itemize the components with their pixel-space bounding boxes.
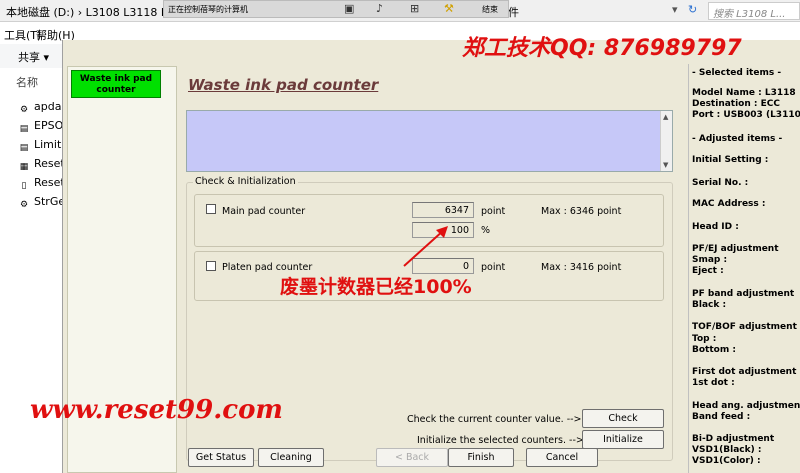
scroll-down-icon[interactable]: ▼ (663, 161, 668, 169)
address-path-tail: 件 (508, 6, 519, 19)
document-icon: ▤ (19, 143, 29, 153)
status-line: Black : (692, 300, 727, 310)
status-line: - Selected items - (692, 68, 782, 78)
main-pad-percent-unit: % (481, 225, 491, 236)
dropdown-arrow-icon[interactable]: ▾ (672, 3, 678, 16)
message-scrollbar[interactable]: ▲ ▼ (660, 111, 672, 171)
status-line: Destination : ECC (692, 99, 781, 109)
speaker-icon[interactable]: ♪ (376, 2, 383, 15)
status-line: TOF/BOF adjustment (692, 322, 797, 332)
list-item[interactable]: ▤ EPSO (18, 119, 62, 137)
screen-icon[interactable]: ⊞ (410, 2, 419, 15)
scroll-up-icon[interactable]: ▲ (663, 113, 668, 121)
main-pad-label: Main pad counter (222, 206, 306, 217)
status-line: VSD1(Black) : (692, 445, 762, 455)
refresh-icon[interactable]: ↻ (688, 3, 697, 16)
status-line: Initial Setting : (692, 155, 769, 165)
status-line: PF/EJ adjustment (692, 244, 779, 254)
status-line: Top : (692, 334, 717, 344)
status-line: VSD1(Color) : (692, 456, 761, 466)
site-watermark: www.reset99.com (30, 395, 283, 425)
list-item[interactable]: ▦ Reset (18, 157, 62, 175)
status-line: Port : USB003 (L3110 Seri (692, 110, 800, 120)
cleaning-button[interactable]: Cleaning (258, 448, 324, 467)
file-name: Reset (34, 176, 62, 189)
address-path[interactable]: 本地磁盘 (D:) › L3108 L3118 L3 (6, 4, 174, 20)
document-icon: ▤ (19, 124, 29, 134)
share-button[interactable]: 共享 ▾ (0, 44, 62, 68)
main-pad-checkbox[interactable] (206, 204, 216, 214)
nav-item-waste-ink-pad-counter[interactable]: Waste ink pad counter (71, 70, 161, 98)
platen-pad-unit: point (481, 262, 506, 273)
end-button[interactable]: 结束 (482, 4, 498, 15)
gear-file-icon: ⚙ (19, 105, 29, 115)
qq-watermark: 郑工技术QQ: 876989797 (462, 36, 742, 61)
check-instruction: Check the current counter value. --> (407, 414, 582, 425)
status-line: MAC Address : (692, 199, 766, 209)
get-status-button[interactable]: Get Status (188, 448, 254, 467)
platen-pad-max: Max : 3416 point (541, 262, 622, 273)
page-title: Waste ink pad counter (188, 76, 379, 94)
status-line: Eject : (692, 266, 724, 276)
main-pad-value: 6347 (412, 202, 474, 218)
status-line: Bottom : (692, 345, 736, 355)
initialize-instruction: Initialize the selected counters. --> (417, 435, 584, 446)
remote-title: 正在控制蓓琴的计算机 (168, 5, 248, 14)
status-line: Head ang. adjustment (692, 401, 800, 411)
gear-file-icon: ⚙ (19, 200, 29, 210)
status-line: Model Name : L3118 (692, 88, 796, 98)
status-line: Bi-D adjustment (692, 434, 775, 444)
cancel-button[interactable]: Cancel (526, 448, 598, 467)
check-button[interactable]: Check (582, 409, 664, 428)
list-item[interactable]: ⚙ StrGe (18, 195, 62, 213)
annotation-arrow (403, 226, 448, 267)
fullscreen-icon[interactable]: ▣ (344, 2, 354, 15)
status-line: First dot adjustment (692, 367, 797, 377)
group-label: Check & Initialization (193, 176, 298, 187)
status-line: Smap : (692, 255, 728, 265)
file-name: EPSO (34, 119, 62, 132)
search-input[interactable]: 搜索 L3108 L... (708, 2, 800, 20)
finish-button[interactable]: Finish (448, 448, 514, 467)
status-line: Serial No. : (692, 178, 749, 188)
file-name: StrGe (34, 195, 62, 208)
status-line: - Adjusted items - (692, 134, 783, 144)
column-header-name[interactable]: 名称 (16, 74, 38, 90)
platen-pad-checkbox[interactable] (206, 261, 216, 271)
main-pad-unit: point (481, 206, 506, 217)
status-line: Band feed : (692, 412, 751, 422)
status-line: Head ID : (692, 222, 739, 232)
file-name: Reset (34, 157, 62, 170)
initialize-button[interactable]: Initialize (582, 430, 664, 449)
main-pad-max: Max : 6346 point (541, 206, 622, 217)
status-side-panel: - Selected items - Model Name : L3118 Dest… (688, 64, 800, 473)
status-line: 1st dot : (692, 378, 735, 388)
message-box: ▲ ▼ (186, 110, 673, 172)
list-item[interactable]: ⚙ apdad (18, 100, 62, 118)
tools-icon[interactable]: ⚒ (444, 2, 454, 15)
back-button[interactable]: < Back (376, 448, 448, 467)
annotation-text: 废墨计数器已经100% (280, 276, 472, 298)
status-line: PF band adjustment (692, 289, 795, 299)
checker-app-icon: ▦ (19, 162, 29, 172)
file-name: LimitS (34, 138, 62, 151)
list-item[interactable]: ▤ LimitS (18, 138, 62, 156)
blank-file-icon: ▯ (21, 181, 27, 191)
list-item[interactable]: ▯ Reset (18, 176, 62, 194)
remote-control-toolbar: 正在控制蓓琴的计算机 ▣ ♪ ⊞ ⚒ 结束 (163, 0, 509, 18)
file-name: apdad (34, 100, 62, 113)
